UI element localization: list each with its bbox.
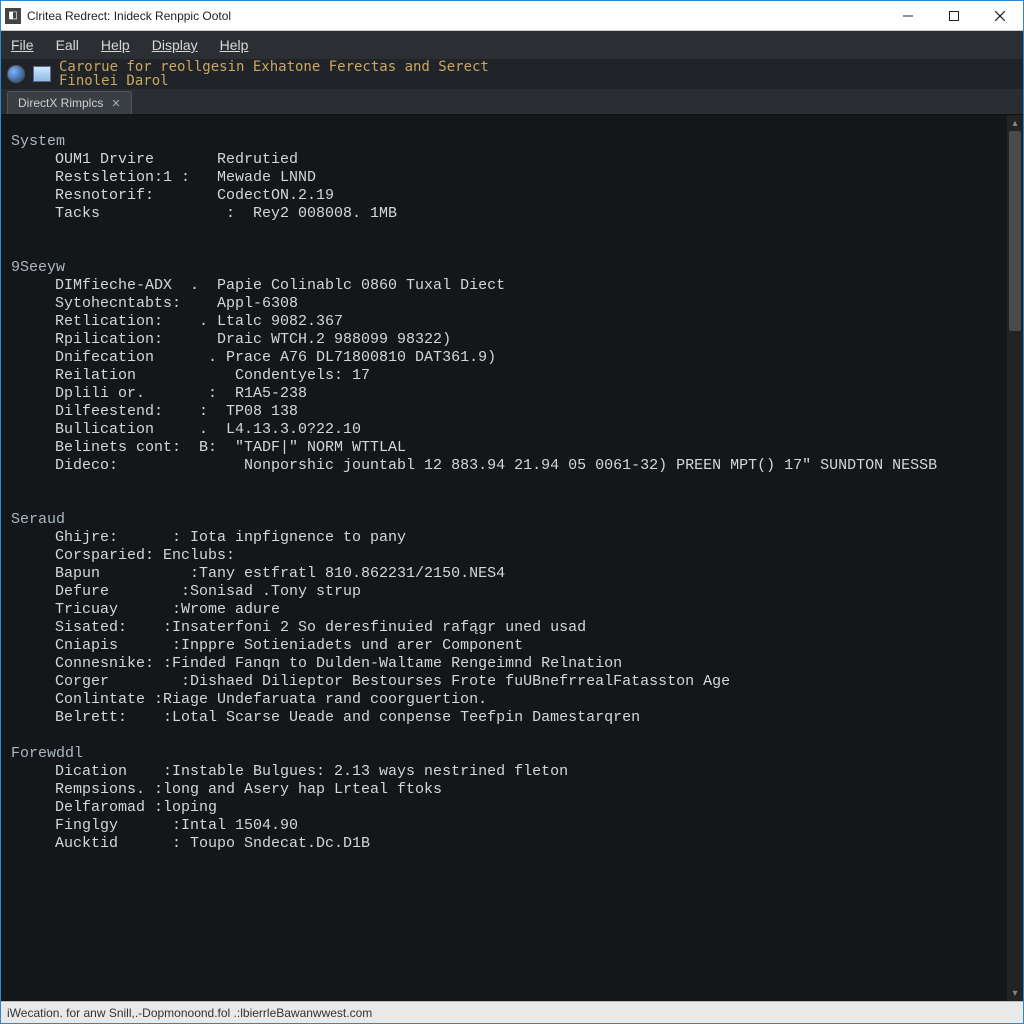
tab-directx[interactable]: DirectX Rimplcs ✕ — [7, 91, 132, 114]
toolbar-line1: Carorue for reollgesin Exhatone Ferectas… — [59, 60, 489, 74]
kv-row: Aucktid : Toupo Sndecat.Dc.D1B — [55, 835, 997, 853]
kv-row: Tacks : Rey2 008008. 1MB — [55, 205, 997, 223]
section-system: OUM1 Drvire RedrutiedRestsletion:1 : Mew… — [11, 151, 997, 223]
section-foreweddl-title: Forewddl — [11, 745, 997, 763]
kv-row: Defure :Sonisad .Tony strup — [55, 583, 997, 601]
kv-row: Rpilication: Draic WTCH.2 988099 98322) — [55, 331, 997, 349]
kv-row: Restsletion:1 : Mewade LNND — [55, 169, 997, 187]
kv-row: Sytohecntabts: Appl-6308 — [55, 295, 997, 313]
document-icon[interactable] — [33, 66, 51, 82]
kv-row: Cniapis :Inppre Sotieniadets und arer Co… — [55, 637, 997, 655]
status-text: iWecation. for anw Snill,.-Dopmonoond.fo… — [7, 1006, 372, 1020]
maximize-button[interactable] — [931, 1, 977, 31]
menubar: File Eall Help Display Help — [1, 31, 1023, 59]
section-sesew: DIMfieche-ADX . Papie Colinablc 0860 Tux… — [11, 277, 997, 475]
kv-row: Ghijre: : Iota inpfignence to pany — [55, 529, 997, 547]
kv-row: Belrett: :Lotal Scarse Ueade and conpens… — [55, 709, 997, 727]
tabbar: DirectX Rimplcs ✕ — [1, 89, 1023, 115]
titlebar-left: ◧ Clritea Redrect: Inideck Renppic Ootol — [1, 8, 231, 24]
section-sesew-title: 9Seeyw — [11, 259, 997, 277]
kv-row: Connesnike: :Finded Fanqn to Dulden-Walt… — [55, 655, 997, 673]
output-panel: System OUM1 Drvire RedrutiedRestsletion:… — [1, 115, 1007, 1001]
section-seraud-title: Seraud — [11, 511, 997, 529]
kv-row: Retlication: . Ltalc 9082.367 — [55, 313, 997, 331]
toolbar-text: Carorue for reollgesin Exhatone Ferectas… — [59, 60, 489, 88]
section-foreweddl: Dication :Instable Bulgues: 2.13 ways ne… — [11, 763, 997, 853]
kv-row: Finglgy :Intal 1504.90 — [55, 817, 997, 835]
scroll-up-icon[interactable]: ▴ — [1007, 115, 1023, 131]
menu-file[interactable]: File — [7, 35, 38, 55]
tab-label: DirectX Rimplcs — [18, 96, 103, 110]
app-icon: ◧ — [5, 8, 21, 24]
menu-display[interactable]: Display — [148, 35, 202, 55]
titlebar: ◧ Clritea Redrect: Inideck Renppic Ootol — [1, 1, 1023, 31]
tab-close-icon[interactable]: ✕ — [111, 97, 120, 110]
menu-eall[interactable]: Eall — [52, 35, 83, 55]
content-wrap: System OUM1 Drvire RedrutiedRestsletion:… — [1, 115, 1023, 1001]
kv-row: Corsparied: Enclubs: — [55, 547, 997, 565]
scroll-track[interactable] — [1007, 131, 1023, 985]
kv-row: Corger :Dishaed Dilieptor Bestourses Fro… — [55, 673, 997, 691]
kv-row: Bapun :Tany estfratl 810.862231/2150.NES… — [55, 565, 997, 583]
kv-row: Reilation Condentyels: 17 — [55, 367, 997, 385]
toolbar-line2: Finolei Darol — [59, 74, 489, 88]
statusbar: iWecation. for anw Snill,.-Dopmonoond.fo… — [1, 1001, 1023, 1023]
kv-row: Dplili or. : R1A5-238 — [55, 385, 997, 403]
kv-row: Bullication . L4.13.3.0?22.10 — [55, 421, 997, 439]
scroll-thumb[interactable] — [1009, 131, 1021, 331]
menu-help[interactable]: Help — [97, 35, 134, 55]
kv-row: Sisated: :Insaterfoni 2 So deresfinuied … — [55, 619, 997, 637]
kv-row: Resnotorif: CodectON.2.19 — [55, 187, 997, 205]
kv-row: Dication :Instable Bulgues: 2.13 ways ne… — [55, 763, 997, 781]
toolbar: Carorue for reollgesin Exhatone Ferectas… — [1, 59, 1023, 89]
kv-row: Dideco: Nonporshic jountabl 12 883.94 21… — [55, 457, 997, 475]
window-title: Clritea Redrect: Inideck Renppic Ootol — [27, 9, 231, 23]
kv-row: Rempsions. :long and Asery hap Lrteal ft… — [55, 781, 997, 799]
kv-row: DIMfieche-ADX . Papie Colinablc 0860 Tux… — [55, 277, 997, 295]
scroll-down-icon[interactable]: ▾ — [1007, 985, 1023, 1001]
close-button[interactable] — [977, 1, 1023, 31]
minimize-button[interactable] — [885, 1, 931, 31]
kv-row: Dnifecation . Prace A76 DL71800810 DAT36… — [55, 349, 997, 367]
section-seraud: Ghijre: : Iota inpfignence to panyCorspa… — [11, 529, 997, 727]
vertical-scrollbar[interactable]: ▴ ▾ — [1007, 115, 1023, 1001]
kv-row: Dilfeestend: : TP08 138 — [55, 403, 997, 421]
app-window: ◧ Clritea Redrect: Inideck Renppic Ootol… — [0, 0, 1024, 1024]
kv-row: Belinets cont: B: "TADF|" NORM WTTLAL — [55, 439, 997, 457]
kv-row: OUM1 Drvire Redrutied — [55, 151, 997, 169]
section-system-title: System — [11, 133, 997, 151]
kv-row: Delfaromad :loping — [55, 799, 997, 817]
menu-help-2[interactable]: Help — [216, 35, 253, 55]
globe-icon[interactable] — [7, 65, 25, 83]
kv-row: Tricuay :Wrome adure — [55, 601, 997, 619]
window-controls — [885, 1, 1023, 31]
kv-row: Conlintate :Riage Undefaruata rand coorg… — [55, 691, 997, 709]
